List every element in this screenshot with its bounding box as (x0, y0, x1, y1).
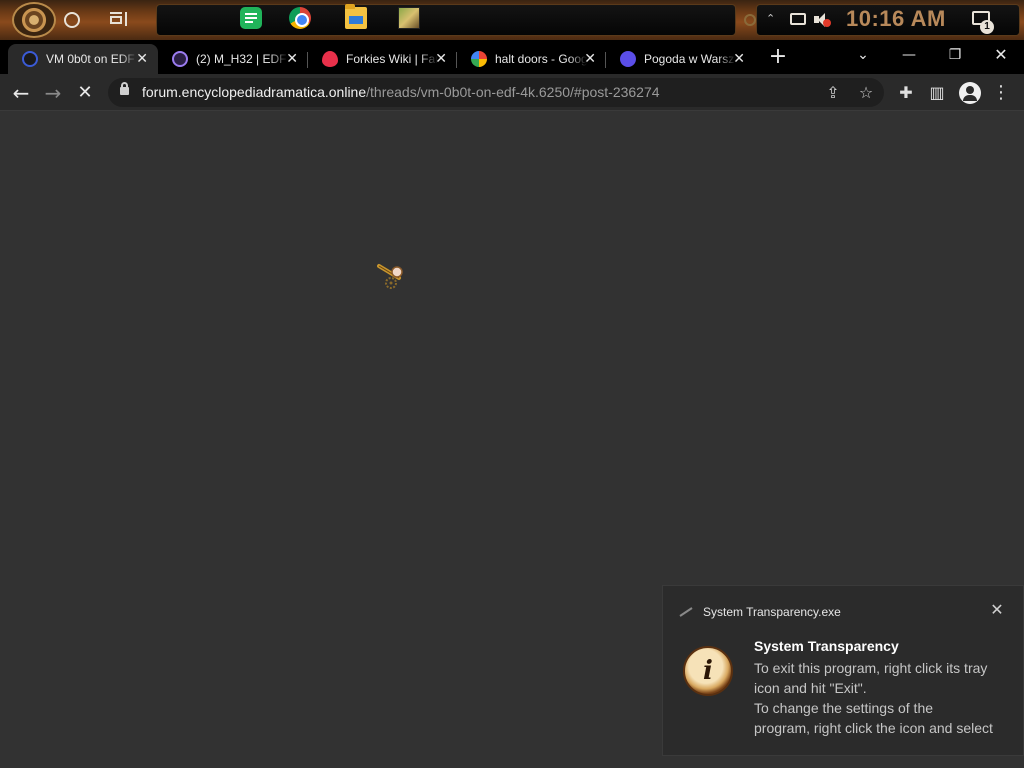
toast-body: To exit this program, right click its tr… (754, 658, 1020, 738)
url-path: /threads/vm-0b0t-on-edf-4k.6250/#post-23… (366, 84, 660, 100)
tab-favicon-icon (620, 51, 636, 67)
browser-tab[interactable]: Forkies Wiki | Fandom ✕ (308, 44, 457, 74)
tab-close-icon[interactable]: ✕ (733, 51, 745, 67)
steampunk-cursor-icon (377, 264, 403, 289)
forward-button[interactable]: → (40, 80, 66, 106)
url-host: forum.encyclopediadramatica.online (142, 84, 367, 100)
toast-body-line: To change the settings of the (754, 700, 934, 716)
tab-title: VM 0b0t on EDF 4K (46, 52, 138, 66)
sheets-icon[interactable] (240, 7, 262, 29)
start-button[interactable] (12, 2, 56, 38)
task-view-icon[interactable] (110, 12, 128, 28)
browser-tab[interactable]: Pogoda w Warszawie ✕ (606, 44, 755, 74)
back-button[interactable]: ← (8, 80, 34, 106)
tab-close-icon[interactable]: ✕ (286, 51, 298, 67)
toast-body-line: To exit this program, right click its tr… (754, 660, 988, 676)
tab-favicon-icon (471, 51, 487, 67)
close-icon[interactable]: ✕ (989, 602, 1005, 618)
notification-count-badge: 1 (980, 20, 994, 34)
close-window-button[interactable]: ✕ (986, 44, 1016, 66)
kebab-menu-icon[interactable]: ⋮ (990, 82, 1012, 104)
chrome-icon[interactable] (289, 7, 311, 29)
tab-favicon-icon (22, 51, 38, 67)
stop-loading-button[interactable]: ✕ (72, 80, 98, 106)
app-icon (679, 607, 693, 617)
tab-favicon-icon (322, 51, 338, 67)
tab-close-icon[interactable]: ✕ (136, 51, 148, 67)
new-tab-button[interactable]: + (768, 44, 788, 70)
toast-title: System Transparency (754, 638, 899, 654)
minimize-button[interactable]: — (894, 44, 924, 66)
tab-close-icon[interactable]: ✕ (584, 51, 596, 67)
volume-muted-icon[interactable] (814, 12, 831, 28)
tab-title: (2) M_H32 | EDF (196, 52, 287, 66)
bookmark-star-icon[interactable]: ☆ (856, 83, 876, 103)
toast-body-line: icon and hit "Exit". (754, 680, 867, 696)
toast-notification[interactable]: System Transparency.exe ✕ i System Trans… (662, 585, 1024, 756)
tab-title: Forkies Wiki | Fandom (346, 52, 438, 66)
gear-icon (744, 14, 756, 26)
side-panel-icon[interactable]: ▥ (926, 82, 948, 104)
profile-avatar-icon[interactable] (959, 82, 981, 104)
toast-app-name: System Transparency.exe (703, 605, 841, 619)
extensions-puzzle-icon[interactable]: ✚ (895, 82, 917, 104)
url-text[interactable]: forum.encyclopediadramatica.online/threa… (142, 84, 660, 100)
taskbar-clock[interactable]: 10:16 AM (846, 6, 946, 32)
tab-title: Pogoda w Warszawie (644, 52, 736, 66)
search-icon[interactable] (64, 12, 80, 28)
taskbar: ⌃ 10:16 AM 1 (0, 0, 1024, 40)
tab-close-icon[interactable]: ✕ (435, 51, 447, 67)
file-explorer-icon[interactable] (345, 4, 367, 29)
browser-tab[interactable]: (2) M_H32 | EDF ✕ (158, 44, 308, 74)
address-bar[interactable]: forum.encyclopediadramatica.online/threa… (108, 78, 884, 107)
tab-title: halt doors - Google (495, 52, 587, 66)
info-icon: i (683, 646, 733, 696)
restore-button[interactable]: ❐ (940, 44, 970, 66)
toast-body-line: program, right click the icon and select (754, 720, 993, 736)
tab-favicon-icon (172, 51, 188, 67)
tab-search-chevron-icon[interactable]: ⌄ (848, 44, 878, 66)
browser-tab[interactable]: VM 0b0t on EDF 4K ✕ (8, 44, 158, 74)
browser-tab[interactable]: halt doors - Google ✕ (457, 44, 606, 74)
network-icon[interactable] (790, 13, 806, 25)
tray-overflow-icon[interactable]: ⌃ (766, 12, 780, 26)
game-icon[interactable] (398, 7, 420, 29)
share-icon[interactable]: ⇪ (823, 83, 843, 103)
lock-icon[interactable] (120, 82, 129, 95)
browser-toolbar: ← → ✕ forum.encyclopediadramatica.online… (0, 74, 1024, 111)
